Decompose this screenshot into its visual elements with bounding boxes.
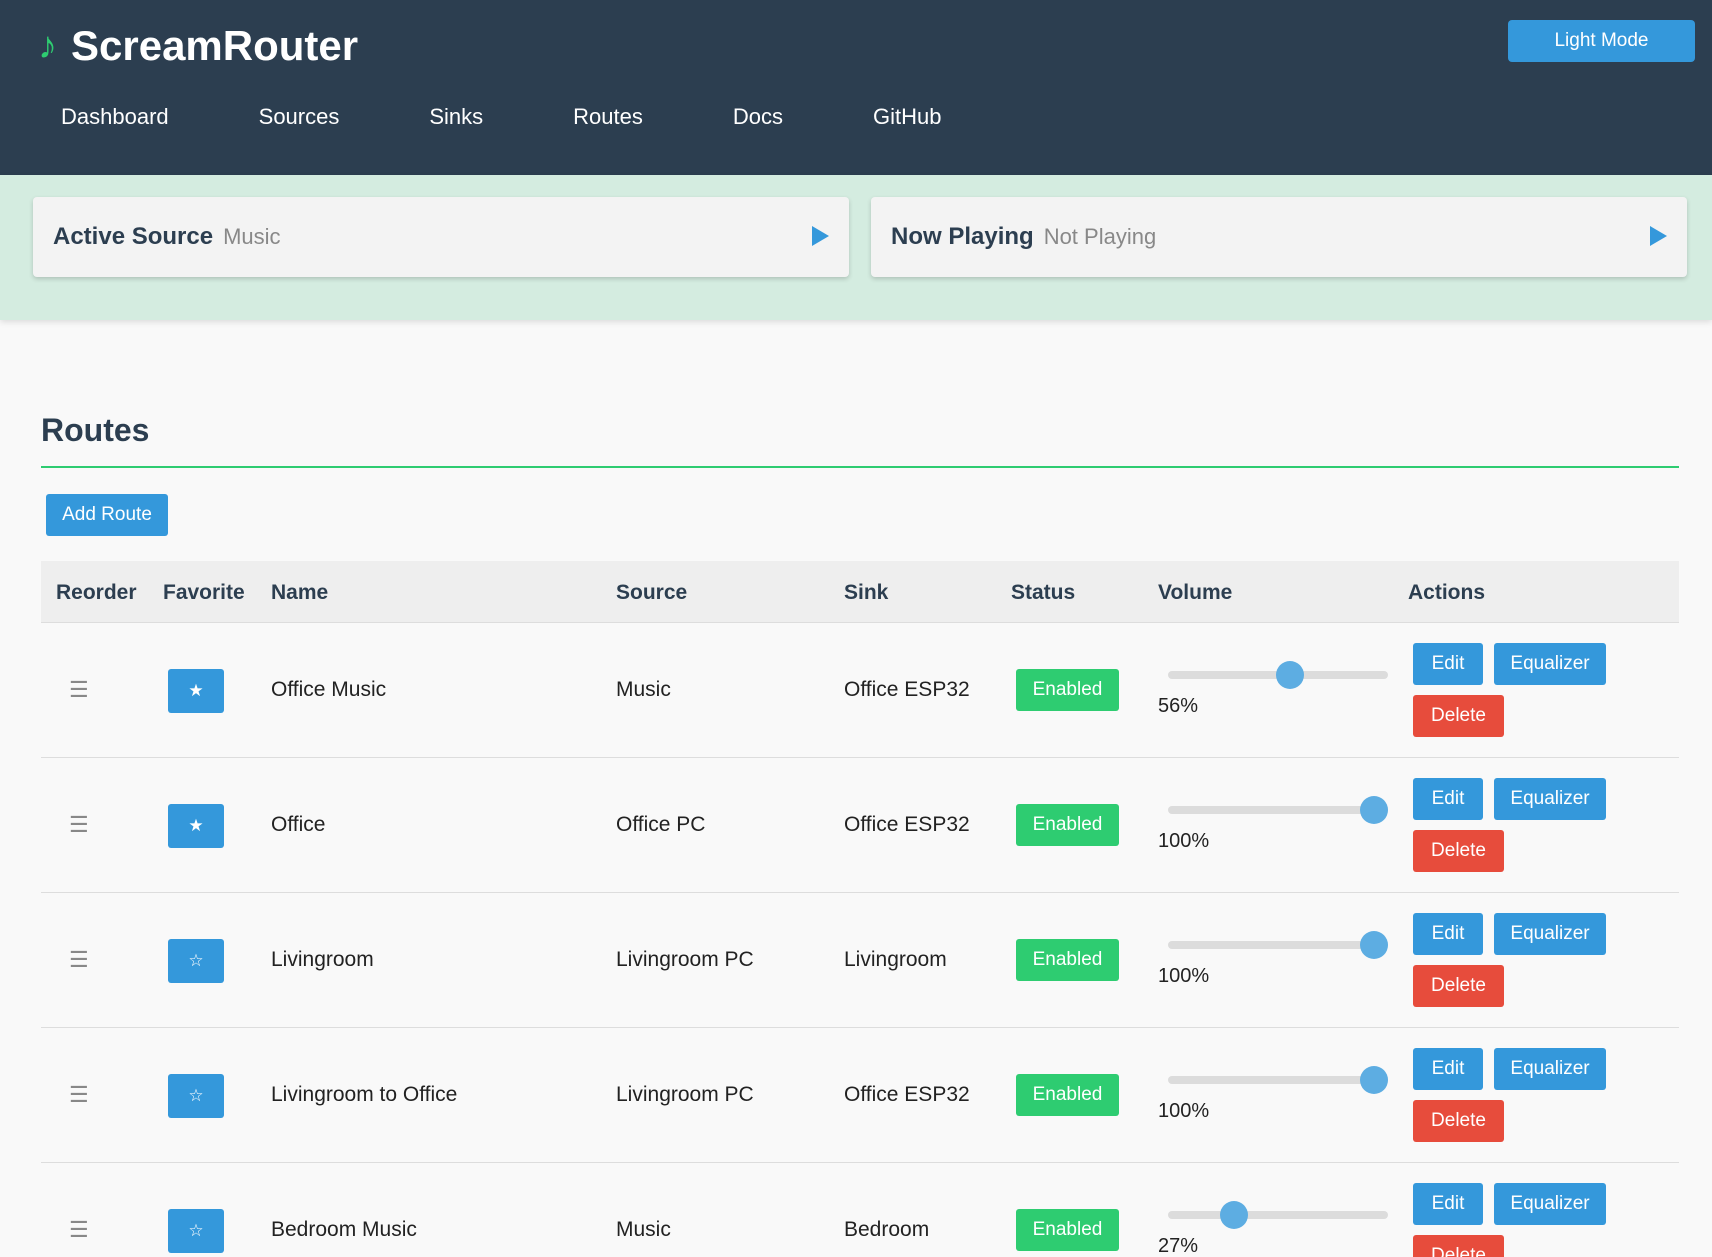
route-sink: Livingroom: [844, 948, 947, 971]
table-row: ☰ ★ Office Music Music Office ESP32 Enab…: [41, 623, 1679, 758]
equalizer-button[interactable]: Equalizer: [1494, 778, 1606, 820]
nav-routes[interactable]: Routes: [573, 98, 643, 136]
edit-button[interactable]: Edit: [1413, 778, 1483, 820]
route-source: Music: [616, 1218, 671, 1241]
volume-value: 27%: [1158, 1235, 1199, 1257]
nav-sources[interactable]: Sources: [259, 98, 340, 136]
column-header-actions: Actions: [1408, 581, 1486, 604]
column-header-reorder[interactable]: Reorder: [56, 581, 137, 605]
volume-slider-handle[interactable]: [1360, 796, 1388, 824]
table-row: ☰ ☆ Bedroom Music Music Bedroom Enabled …: [41, 1163, 1679, 1257]
active-source-card[interactable]: Active Source Music: [33, 197, 849, 277]
routes-table: Reorder Favorite Name Source Sink Status…: [41, 561, 1679, 1257]
route-sink: Bedroom: [844, 1218, 930, 1241]
favorite-button[interactable]: ★: [168, 669, 224, 713]
favorite-button[interactable]: ☆: [168, 939, 224, 983]
equalizer-button[interactable]: Equalizer: [1494, 913, 1606, 955]
volume-slider[interactable]: [1168, 661, 1388, 689]
edit-button[interactable]: Edit: [1413, 913, 1483, 955]
table-row: ☰ ☆ Livingroom to Office Livingroom PC O…: [41, 1028, 1679, 1163]
column-header-favorite[interactable]: Favorite: [163, 581, 245, 605]
route-source: Livingroom PC: [616, 948, 754, 971]
status-badge[interactable]: Enabled: [1016, 669, 1119, 711]
add-route-button[interactable]: Add Route: [46, 494, 168, 536]
table-header: Reorder Favorite Name Source Sink Status…: [41, 561, 1679, 623]
volume-slider[interactable]: [1168, 931, 1388, 959]
favorite-button[interactable]: ☆: [168, 1074, 224, 1118]
edit-button[interactable]: Edit: [1413, 1048, 1483, 1090]
column-header-name[interactable]: Name: [271, 581, 328, 605]
music-note-icon: ♪: [38, 24, 57, 67]
column-header-status[interactable]: Status: [1011, 581, 1075, 605]
volume-slider[interactable]: [1168, 1201, 1388, 1229]
volume-slider-handle[interactable]: [1360, 1066, 1388, 1094]
volume-slider-handle[interactable]: [1360, 931, 1388, 959]
route-name: Office Music: [271, 678, 387, 701]
favorite-button[interactable]: ★: [168, 804, 224, 848]
volume-value: 56%: [1158, 695, 1199, 717]
volume-value: 100%: [1158, 965, 1210, 987]
drag-handle-icon[interactable]: ☰: [69, 1082, 89, 1108]
status-badge[interactable]: Enabled: [1016, 939, 1119, 981]
active-source-value: Music: [223, 224, 281, 249]
volume-slider-handle[interactable]: [1219, 1201, 1248, 1229]
route-sink: Office ESP32: [844, 813, 970, 836]
route-name: Livingroom: [271, 948, 374, 971]
drag-handle-icon[interactable]: ☰: [69, 677, 89, 703]
volume-value: 100%: [1158, 1100, 1210, 1122]
route-source: Office PC: [616, 813, 706, 836]
delete-button[interactable]: Delete: [1413, 1235, 1504, 1257]
equalizer-button[interactable]: Equalizer: [1494, 643, 1606, 685]
volume-slider-handle[interactable]: [1275, 661, 1304, 689]
status-badge[interactable]: Enabled: [1016, 1074, 1119, 1116]
edit-button[interactable]: Edit: [1413, 643, 1483, 685]
app-title: ScreamRouter: [71, 22, 359, 69]
volume-value: 100%: [1158, 830, 1210, 852]
now-playing-bar: Active Source Music Now Playing Not Play…: [0, 175, 1712, 320]
table-row: ☰ ☆ Livingroom Livingroom PC Livingroom …: [41, 893, 1679, 1028]
route-name: Office: [271, 813, 326, 836]
column-header-sink[interactable]: Sink: [844, 581, 888, 605]
column-header-volume[interactable]: Volume: [1158, 581, 1232, 605]
status-badge[interactable]: Enabled: [1016, 1209, 1119, 1251]
main-nav: Dashboard Sources Sinks Routes Docs GitH…: [0, 98, 941, 136]
play-icon[interactable]: [812, 226, 829, 246]
delete-button[interactable]: Delete: [1413, 695, 1504, 737]
nav-dashboard[interactable]: Dashboard: [61, 98, 169, 136]
route-name: Livingroom to Office: [271, 1083, 458, 1106]
section-divider: [41, 466, 1679, 468]
app-header: ♪ ScreamRouter Light Mode Dashboard Sour…: [0, 0, 1712, 175]
delete-button[interactable]: Delete: [1413, 965, 1504, 1007]
column-header-source[interactable]: Source: [616, 581, 687, 605]
now-playing-card[interactable]: Now Playing Not Playing: [871, 197, 1687, 277]
volume-slider[interactable]: [1168, 1066, 1388, 1094]
status-badge[interactable]: Enabled: [1016, 804, 1119, 846]
delete-button[interactable]: Delete: [1413, 1100, 1504, 1142]
route-source: Livingroom PC: [616, 1083, 754, 1106]
equalizer-button[interactable]: Equalizer: [1494, 1048, 1606, 1090]
equalizer-button[interactable]: Equalizer: [1494, 1183, 1606, 1225]
drag-handle-icon[interactable]: ☰: [69, 947, 89, 973]
brand[interactable]: ♪ ScreamRouter: [38, 22, 358, 70]
now-playing-value: Not Playing: [1043, 224, 1157, 249]
volume-slider[interactable]: [1168, 796, 1388, 824]
drag-handle-icon[interactable]: ☰: [69, 1217, 89, 1243]
table-row: ☰ ★ Office Office PC Office ESP32 Enable…: [41, 758, 1679, 893]
play-icon[interactable]: [1650, 226, 1667, 246]
route-name: Bedroom Music: [271, 1218, 417, 1241]
nav-sinks[interactable]: Sinks: [429, 98, 483, 136]
drag-handle-icon[interactable]: ☰: [69, 812, 89, 838]
route-sink: Office ESP32: [844, 1083, 970, 1106]
route-source: Music: [616, 678, 671, 701]
page-title: Routes: [41, 412, 150, 448]
active-source-label: Active Source: [53, 223, 214, 250]
nav-github[interactable]: GitHub: [873, 98, 941, 136]
light-mode-button[interactable]: Light Mode: [1508, 20, 1695, 62]
favorite-button[interactable]: ☆: [168, 1209, 224, 1253]
edit-button[interactable]: Edit: [1413, 1183, 1483, 1225]
nav-docs[interactable]: Docs: [733, 98, 783, 136]
now-playing-label: Now Playing: [891, 223, 1034, 250]
delete-button[interactable]: Delete: [1413, 830, 1504, 872]
route-sink: Office ESP32: [844, 678, 970, 701]
